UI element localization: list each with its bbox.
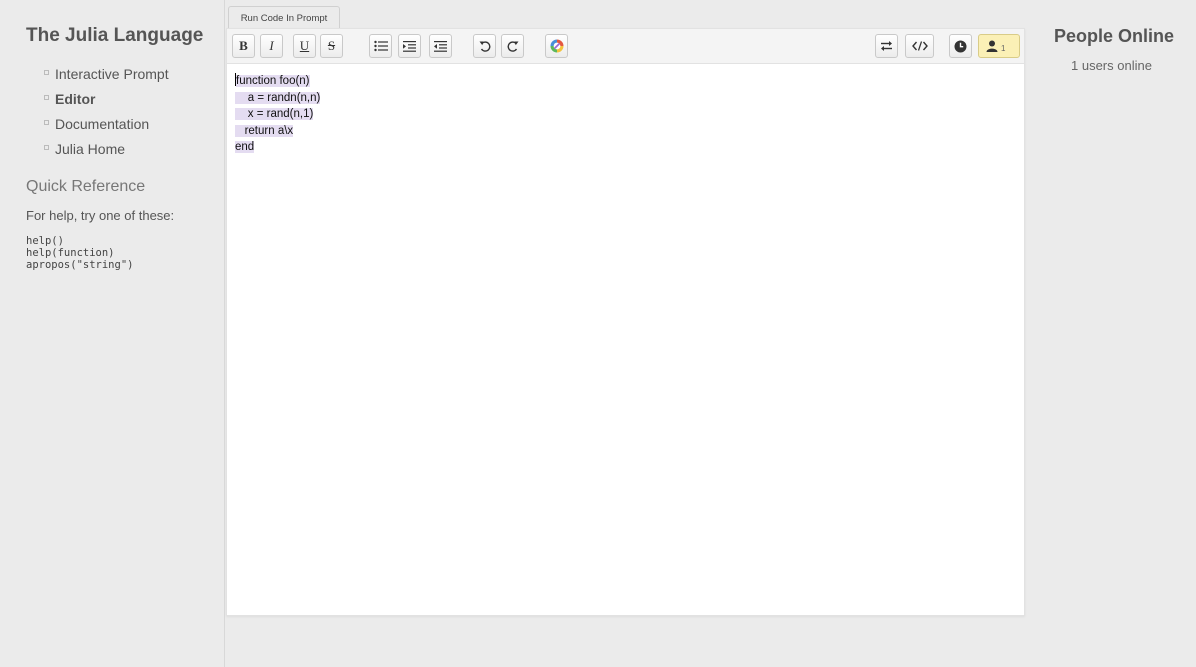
swap-button[interactable] — [875, 34, 898, 58]
indent-icon — [403, 40, 416, 52]
nav-item-interactive-prompt[interactable]: Interactive Prompt — [44, 61, 169, 86]
online-users-button[interactable]: 1 — [978, 34, 1020, 58]
underline-icon: U — [299, 38, 310, 53]
code-editor-area[interactable]: function foo(n) a = randn(n,n) x = rand(… — [235, 73, 321, 156]
nav-item-editor[interactable]: Editor — [44, 86, 169, 111]
code-line-text: x = rand(n,1) — [235, 108, 314, 120]
code-line: x = rand(n,1) — [235, 106, 320, 123]
code-line-text: end — [235, 141, 255, 153]
underline-button[interactable]: U — [293, 34, 316, 58]
nav-item-documentation[interactable]: Documentation — [44, 111, 169, 136]
code-line: a = randn(n,n) — [235, 90, 321, 107]
users-count: 1 — [1001, 44, 1006, 53]
swap-arrows-icon — [881, 41, 892, 51]
nav-menu: Interactive Prompt Editor Documentation … — [44, 61, 169, 161]
quick-reference-commands: help() help(function) apropos("string") — [26, 235, 133, 271]
nav-item-label[interactable]: Documentation — [55, 116, 149, 132]
app-title: The Julia Language — [26, 25, 204, 46]
outdent-button[interactable] — [429, 34, 452, 58]
undo-icon — [479, 41, 490, 52]
code-line: end — [235, 139, 320, 156]
bullet-icon — [44, 120, 49, 125]
bold-button[interactable]: B — [232, 34, 255, 58]
nav-item-label[interactable]: Editor — [55, 91, 95, 107]
people-online-title: People Online — [1054, 26, 1175, 46]
code-line: return a\x — [235, 123, 320, 140]
redo-button[interactable] — [501, 34, 524, 58]
command-line: help() — [26, 235, 64, 247]
indent-button[interactable] — [398, 34, 421, 58]
bullet-icon — [44, 95, 49, 100]
code-line-text: function foo(n) — [236, 75, 310, 87]
html-source-button[interactable] — [905, 34, 934, 58]
nav-item-julia-home[interactable]: Julia Home — [44, 136, 169, 161]
bold-icon: B — [239, 38, 248, 53]
bullet-list-button[interactable] — [369, 34, 392, 58]
outdent-icon — [434, 40, 447, 52]
strikethrough-button[interactable]: S — [320, 34, 343, 58]
color-button[interactable] — [545, 34, 568, 58]
history-button[interactable] — [949, 34, 972, 58]
redo-icon — [507, 41, 518, 52]
tab-run-code-in-prompt[interactable]: Run Code In Prompt — [228, 6, 340, 29]
editor-toolbar: B I U S 1 — [227, 29, 1024, 64]
command-line: help(function) — [26, 247, 115, 259]
command-line: apropos("string") — [26, 259, 134, 271]
quick-reference-title: Quick Reference — [26, 178, 146, 195]
bullet-icon — [44, 70, 49, 75]
code-line: function foo(n) — [235, 73, 320, 90]
strikethrough-icon: S — [327, 38, 336, 53]
code-icon — [911, 41, 928, 51]
italic-button[interactable]: I — [260, 34, 283, 58]
left-sidebar: The Julia Language Interactive Prompt Ed… — [0, 0, 225, 667]
user-icon — [986, 40, 998, 52]
bullet-icon — [44, 145, 49, 150]
undo-button[interactable] — [473, 34, 496, 58]
bullet-list-icon — [373, 40, 388, 52]
nav-item-label[interactable]: Julia Home — [55, 141, 125, 157]
italic-icon: I — [269, 38, 274, 53]
color-palette-icon — [550, 39, 563, 53]
clock-icon — [954, 40, 967, 52]
people-online-count: 1 users online — [1071, 58, 1152, 73]
quick-reference-help-text: For help, try one of these: — [26, 208, 175, 223]
code-line-text: a = randn(n,n) — [235, 91, 321, 104]
code-line-text: return a\x — [235, 124, 294, 137]
editor-panel: B I U S 1 function foo(n) a = randn(n,n)… — [226, 28, 1025, 616]
nav-item-label[interactable]: Interactive Prompt — [55, 66, 169, 82]
